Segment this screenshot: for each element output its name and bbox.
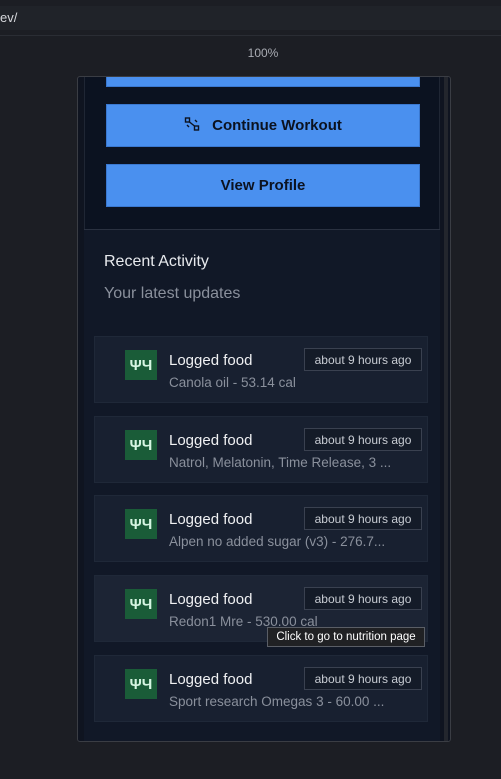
utensils-icon: ΨЧ bbox=[125, 430, 157, 460]
activity-item-title: Logged food bbox=[169, 511, 253, 528]
section-title: Recent Activity bbox=[104, 253, 209, 270]
activity-item-title: Logged food bbox=[169, 671, 253, 688]
activity-item[interactable]: ΨЧ Logged food Natrol, Melatonin, Time R… bbox=[94, 416, 428, 483]
activity-time-badge: about 9 hours ago bbox=[304, 667, 422, 690]
activity-time-badge: about 9 hours ago bbox=[304, 587, 422, 610]
scrollbar[interactable] bbox=[444, 77, 448, 741]
utensils-icon: ΨЧ bbox=[125, 350, 157, 380]
activity-time-badge: about 9 hours ago bbox=[304, 348, 422, 371]
browser-address-bar[interactable]: ev/ bbox=[0, 0, 501, 36]
activity-item-description: Canola oil - 53.14 cal bbox=[169, 375, 296, 390]
tooltip: Click to go to nutrition page bbox=[267, 627, 425, 647]
quick-actions-panel: Continue Workout View Profile bbox=[84, 77, 440, 229]
activity-item-title: Logged food bbox=[169, 591, 253, 608]
utensils-icon: ΨЧ bbox=[125, 669, 157, 699]
activity-item-description: Natrol, Melatonin, Time Release, 3 ... bbox=[169, 455, 392, 470]
zoom-level: 100% bbox=[247, 46, 279, 60]
activity-time-badge: about 9 hours ago bbox=[304, 507, 422, 530]
continue-workout-label: Continue Workout bbox=[212, 117, 342, 134]
utensils-icon: ΨЧ bbox=[125, 589, 157, 619]
activity-item[interactable]: ΨЧ Logged food Sport research Omegas 3 -… bbox=[94, 655, 428, 722]
dumbbell-icon bbox=[184, 116, 200, 136]
activity-item-description: Alpen no added sugar (v3) - 276.7... bbox=[169, 534, 386, 549]
partial-action-button[interactable] bbox=[106, 77, 420, 87]
activity-time-badge: about 9 hours ago bbox=[304, 428, 422, 451]
activity-item-title: Logged food bbox=[169, 432, 253, 449]
section-subtitle: Your latest updates bbox=[104, 285, 241, 302]
url-text[interactable]: ev/ bbox=[0, 6, 501, 30]
activity-item-description: Sport research Omegas 3 - 60.00 ... bbox=[169, 694, 385, 709]
view-profile-label: View Profile bbox=[220, 177, 306, 194]
activity-item[interactable]: ΨЧ Logged food Alpen no added sugar (v3)… bbox=[94, 495, 428, 562]
recent-activity-section: Recent Activity Your latest updates ΨЧ L… bbox=[84, 230, 440, 741]
utensils-icon: ΨЧ bbox=[125, 509, 157, 539]
activity-item-title: Logged food bbox=[169, 352, 253, 369]
continue-workout-button[interactable]: Continue Workout bbox=[106, 104, 420, 147]
activity-item[interactable]: ΨЧ Logged food Canola oil - 53.14 cal ab… bbox=[94, 336, 428, 403]
view-profile-button[interactable]: View Profile bbox=[106, 164, 420, 207]
